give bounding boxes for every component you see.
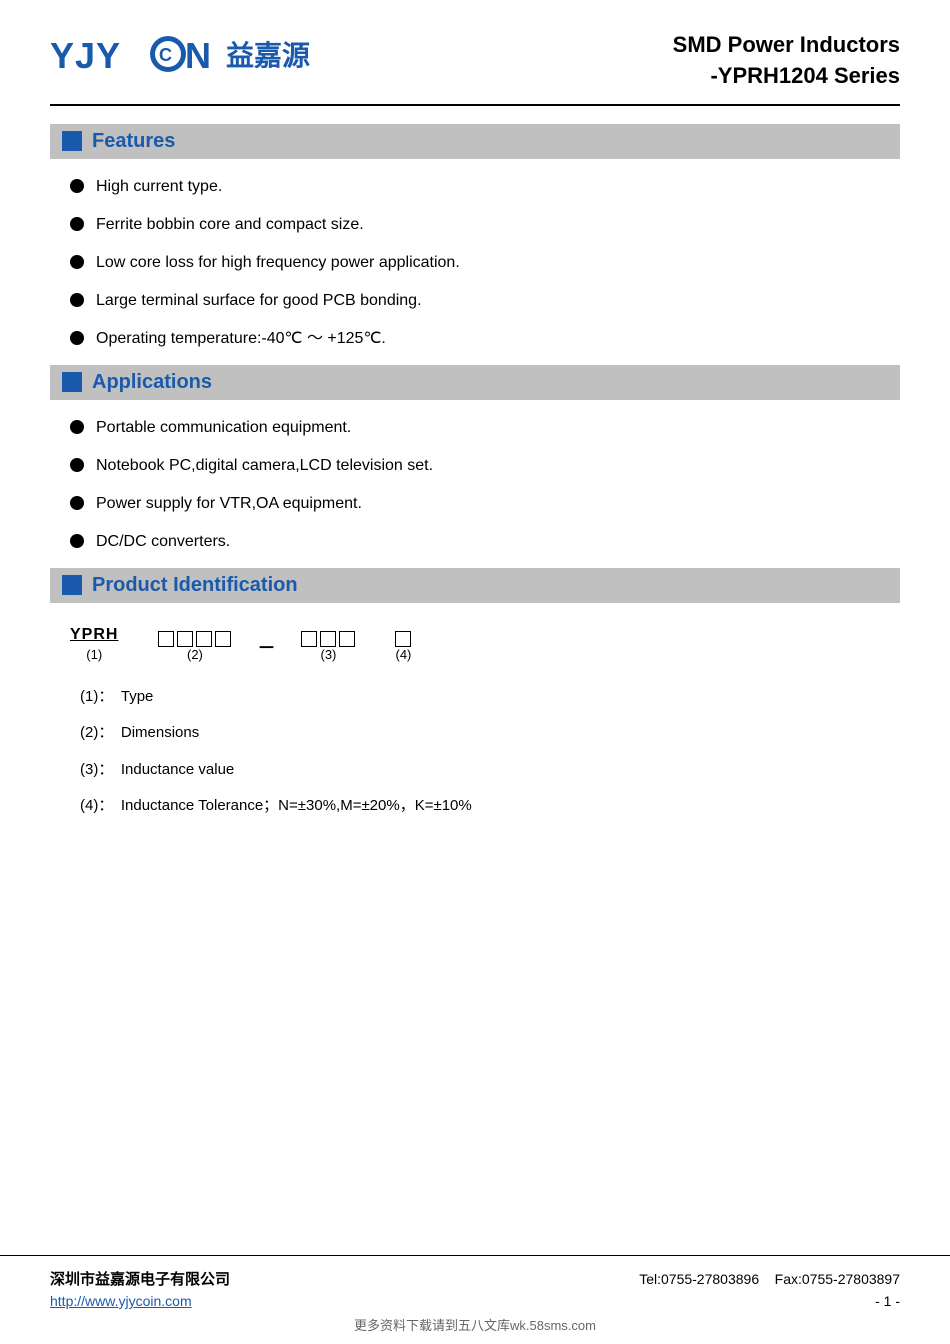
list-item: Notebook PC,digital camera,LCD televisio… [70,454,900,478]
footer-tel: Tel:0755-27803896 [639,1271,759,1287]
page: YJY C N 益嘉源 SMD Power Inductors -YPRH120… [0,0,950,1344]
part-4-boxes [395,631,411,647]
part-2-boxes [158,631,231,647]
list-item: High current type. [70,175,900,199]
part-1-group: YPRH (1) [70,623,118,662]
logo-svg: YJY C N [50,30,210,78]
applications-title: Applications [92,371,212,394]
footer-watermark: 更多资料下载请到五八文库wk.58sms.com [50,1315,900,1334]
svg-text:C: C [159,45,172,65]
footer-company: 深圳市益嘉源电子有限公司 [50,1268,230,1289]
footer: 深圳市益嘉源电子有限公司 Tel:0755-27803896 Fax:0755-… [0,1255,950,1344]
applications-section-header: Applications [50,365,900,400]
document-title: SMD Power Inductors -YPRH1204 Series [673,30,900,92]
bullet-icon [70,458,84,472]
box-icon [320,631,336,647]
part-4-num: (4) [396,647,412,662]
bullet-icon [70,293,84,307]
list-item: Power supply for VTR,OA equipment. [70,492,900,516]
footer-contact: Tel:0755-27803896 Fax:0755-27803897 [639,1271,900,1287]
list-item: Low core loss for high frequency power a… [70,251,900,275]
applications-list: Portable communication equipment. Notebo… [50,416,900,554]
box-icon [196,631,212,647]
detail-item-3: (3)： Inductance value [80,759,900,782]
applications-blue-square-icon [62,372,82,392]
product-id-diagram: YPRH (1) (2) － [70,623,900,662]
detail-item-1: (1)： Type [80,686,900,709]
bullet-icon [70,420,84,434]
list-item: DC/DC converters. [70,530,900,554]
box-icon [301,631,317,647]
box-icon [395,631,411,647]
detail-desc: Inductance value [121,761,234,778]
product-id-section-header: Product Identification [50,568,900,603]
features-list: High current type. Ferrite bobbin core a… [50,175,900,351]
title-line2: -YPRH1204 Series [710,63,900,88]
footer-fax: Fax:0755-27803897 [775,1271,900,1287]
logo-area: YJY C N 益嘉源 [50,30,310,78]
footer-top: 深圳市益嘉源电子有限公司 Tel:0755-27803896 Fax:0755-… [50,1268,900,1289]
box-icon [215,631,231,647]
product-id-details: (1)： Type (2)： Dimensions (3)： Inductanc… [50,686,900,818]
part-2-group: (2) [158,631,231,662]
box-icon [158,631,174,647]
part-1-num: (1) [86,647,102,662]
list-item: Portable communication equipment. [70,416,900,440]
detail-desc: Dimensions [121,724,199,741]
features-blue-square-icon [62,131,82,151]
bullet-icon [70,331,84,345]
part-2-num: (2) [187,647,203,662]
title-area: SMD Power Inductors -YPRH1204 Series [673,30,900,92]
bullet-icon [70,496,84,510]
footer-page: - 1 - [875,1293,900,1309]
product-id-row: YPRH (1) (2) － [70,623,900,662]
footer-bottom: http://www.yjycoin.com - 1 - [50,1293,900,1309]
detail-desc: Inductance Tolerance；N=±30%,M=±20%，K=±10… [121,797,472,814]
dash-separator: － [257,634,275,662]
bullet-icon [70,255,84,269]
detail-num: (2) [80,724,98,741]
bullet-icon [70,217,84,231]
footer-website[interactable]: http://www.yjycoin.com [50,1293,192,1309]
part-1-label: YPRH [70,623,118,647]
part-4-group: (4) [395,631,411,662]
logo-chinese: 益嘉源 [226,34,310,74]
detail-item-4: (4)： Inductance Tolerance；N=±30%,M=±20%，… [80,795,900,818]
detail-desc: Type [121,688,154,705]
product-id-title: Product Identification [92,574,298,597]
detail-num: (1) [80,688,98,705]
list-item: Operating temperature:-40℃ ～ +125℃. [70,327,900,351]
detail-num: (4) [80,797,98,814]
bullet-icon [70,179,84,193]
svg-text:N: N [185,35,210,76]
box-icon [339,631,355,647]
header: YJY C N 益嘉源 SMD Power Inductors -YPRH120… [50,30,900,106]
features-section-header: Features [50,124,900,159]
list-item: Ferrite bobbin core and compact size. [70,213,900,237]
part-3-boxes [301,631,355,647]
box-icon [177,631,193,647]
features-title: Features [92,130,175,153]
title-line1: SMD Power Inductors [673,32,900,57]
part-3-num: (3) [321,647,337,662]
product-id-blue-square-icon [62,575,82,595]
svg-text:YJY: YJY [50,35,121,76]
list-item: Large terminal surface for good PCB bond… [70,289,900,313]
bullet-icon [70,534,84,548]
detail-num: (3) [80,761,98,778]
part-3-group: (3) [301,631,355,662]
detail-item-2: (2)： Dimensions [80,722,900,745]
